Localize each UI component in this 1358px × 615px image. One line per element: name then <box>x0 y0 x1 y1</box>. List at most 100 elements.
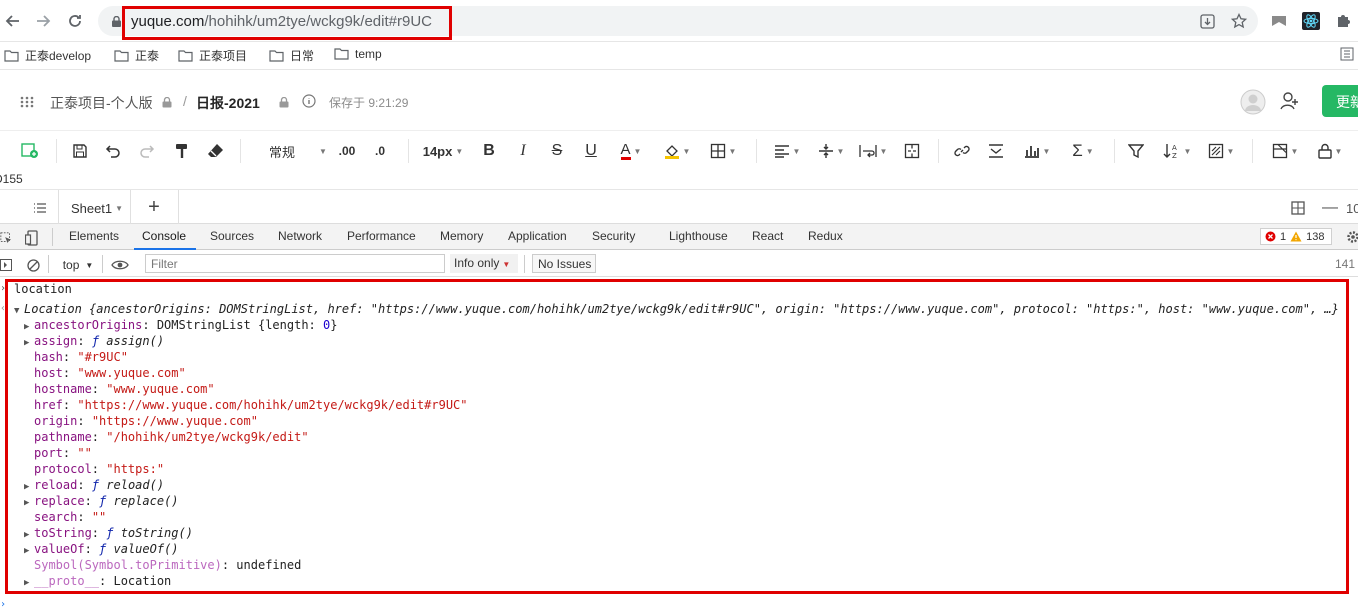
property-row[interactable]: ▶ __proto__: Location <box>24 573 171 591</box>
tab-react[interactable]: React <box>752 229 783 243</box>
reading-list-icon[interactable] <box>1340 47 1354 61</box>
tab-memory[interactable]: Memory <box>440 229 483 243</box>
add-sheet-button[interactable]: + <box>145 196 163 218</box>
bold-icon[interactable]: B <box>480 141 498 161</box>
sheet-divider <box>130 190 131 224</box>
tab-application[interactable]: Application <box>508 229 567 243</box>
font-color-icon[interactable]: A ▼ <box>614 141 648 161</box>
add-collaborator-icon[interactable] <box>1280 91 1300 114</box>
conditional-format-icon[interactable]: ▼ <box>1204 141 1238 161</box>
warning-count: 138 <box>1306 230 1325 243</box>
strikethrough-icon[interactable]: S <box>548 141 566 161</box>
toolbar-divider <box>102 255 103 273</box>
inspect-element-icon[interactable] <box>0 228 12 248</box>
device-toggle-icon[interactable] <box>24 228 40 248</box>
tab-redux[interactable]: Redux <box>808 229 843 243</box>
breadcrumb-space[interactable]: 正泰项目-个人版 <box>50 93 153 113</box>
reload-icon[interactable] <box>64 10 86 32</box>
toolbar-divider <box>408 139 409 163</box>
star-icon[interactable] <box>1230 12 1248 30</box>
filter-icon[interactable] <box>1126 141 1146 161</box>
fit-screen-icon[interactable] <box>1290 198 1306 218</box>
chart-icon[interactable]: ▼ <box>1020 141 1054 161</box>
expand-arrow-icon[interactable]: ▶ <box>24 575 34 591</box>
context-select[interactable]: top ▼ <box>60 255 96 275</box>
bookmark-folder[interactable]: 正泰项目 <box>178 47 247 64</box>
clear-console-icon[interactable] <box>26 255 40 275</box>
property-value: "www.yuque.com" <box>106 382 215 396</box>
sort-icon[interactable]: A Z ▼ <box>1160 141 1194 161</box>
font-size-select[interactable]: 14px ▼ <box>420 141 466 161</box>
url-highlight-box <box>122 6 452 40</box>
property-separator: : <box>142 318 157 332</box>
sidebar-toggle-icon[interactable] <box>0 255 12 275</box>
sheet-list-icon[interactable] <box>32 198 48 218</box>
redo-icon[interactable] <box>137 141 157 161</box>
property-key: __proto__ <box>34 574 100 588</box>
vertical-align-icon[interactable]: ▼ <box>816 141 846 161</box>
bookmark-folder[interactable]: temp <box>334 47 382 61</box>
back-icon[interactable] <box>2 10 24 32</box>
react-devtools-icon[interactable] <box>1302 12 1320 30</box>
property-value: "www.yuque.com" <box>77 366 186 380</box>
bookmark-folder[interactable]: 正泰develop <box>4 47 91 64</box>
protect-lock-icon[interactable]: ▼ <box>1313 141 1347 161</box>
merge-cells-icon[interactable] <box>902 141 922 161</box>
property-separator: : <box>77 510 92 524</box>
increase-decimal-button[interactable]: .00 <box>336 141 358 161</box>
bookmark-label: 正泰项目 <box>199 49 248 63</box>
toolbar-divider <box>756 139 757 163</box>
extensions-puzzle-icon[interactable] <box>1334 12 1352 30</box>
install-icon[interactable] <box>1198 12 1216 30</box>
property-separator: : <box>91 526 107 540</box>
format-painter-icon[interactable] <box>172 141 192 161</box>
link-icon[interactable] <box>952 141 972 161</box>
log-level-select[interactable]: Info only ▼ <box>450 254 518 273</box>
devtools-settings-icon[interactable] <box>1346 227 1358 247</box>
border-icon[interactable]: ▼ <box>706 141 740 161</box>
number-format-select[interactable]: 常规 ▼ <box>268 141 328 161</box>
bookmarks-bar: 正泰develop 正泰 正泰项目 日常 temp <box>0 42 1358 70</box>
insert-image-icon[interactable]: ▼ <box>1268 141 1302 161</box>
app-grid-icon[interactable] <box>20 96 34 111</box>
update-button[interactable]: 更新 <box>1322 85 1358 117</box>
issues-counter[interactable]: 1 138 <box>1260 228 1332 245</box>
undo-icon[interactable] <box>103 141 123 161</box>
add-sheet-icon[interactable] <box>20 141 40 161</box>
fill-color-icon[interactable]: ▼ <box>660 141 694 161</box>
tab-elements[interactable]: Elements <box>69 229 119 243</box>
bookmark-folder[interactable]: 日常 <box>269 47 314 64</box>
doc-title[interactable]: 日报-2021 <box>196 93 260 113</box>
console-filter-input[interactable]: Filter <box>145 254 445 273</box>
italic-icon[interactable]: I <box>514 141 532 161</box>
forward-icon[interactable] <box>32 10 54 32</box>
clear-format-icon[interactable] <box>205 141 225 161</box>
svg-text:A: A <box>1172 144 1177 152</box>
property-row: origin: "https://www.yuque.com" <box>24 413 258 429</box>
tab-console[interactable]: Console <box>142 229 186 243</box>
no-issues-button[interactable]: No Issues <box>532 254 596 273</box>
save-icon[interactable] <box>70 141 90 161</box>
input-prompt-icon: › <box>0 283 7 294</box>
zoom-out-button[interactable]: — <box>1322 198 1338 218</box>
align-icon[interactable]: ▼ <box>772 141 802 161</box>
tab-sources[interactable]: Sources <box>210 229 254 243</box>
zoom-level: 10 <box>1346 200 1358 216</box>
text-wrap-icon[interactable]: ▼ <box>858 141 888 161</box>
tab-security[interactable]: Security <box>592 229 635 243</box>
live-expression-eye-icon[interactable] <box>110 255 130 275</box>
info-icon[interactable] <box>302 94 316 111</box>
formula-sum-icon[interactable]: Σ ▼ <box>1066 141 1100 161</box>
freeze-icon[interactable] <box>986 141 1006 161</box>
avatar[interactable] <box>1240 89 1266 118</box>
extension-shield-icon[interactable] <box>1270 12 1288 30</box>
sheet-tab[interactable]: Sheet1 ▼ <box>68 198 126 218</box>
bookmark-folder[interactable]: 正泰 <box>114 47 159 64</box>
decrease-decimal-button[interactable]: .0 <box>370 141 390 161</box>
underline-icon[interactable]: U <box>582 141 600 161</box>
expand-arrow-icon[interactable]: ▼ <box>14 303 24 319</box>
tab-performance[interactable]: Performance <box>347 229 416 243</box>
tab-network[interactable]: Network <box>278 229 322 243</box>
tab-lighthouse[interactable]: Lighthouse <box>669 229 728 243</box>
console-prompt-icon[interactable]: › <box>0 597 6 613</box>
